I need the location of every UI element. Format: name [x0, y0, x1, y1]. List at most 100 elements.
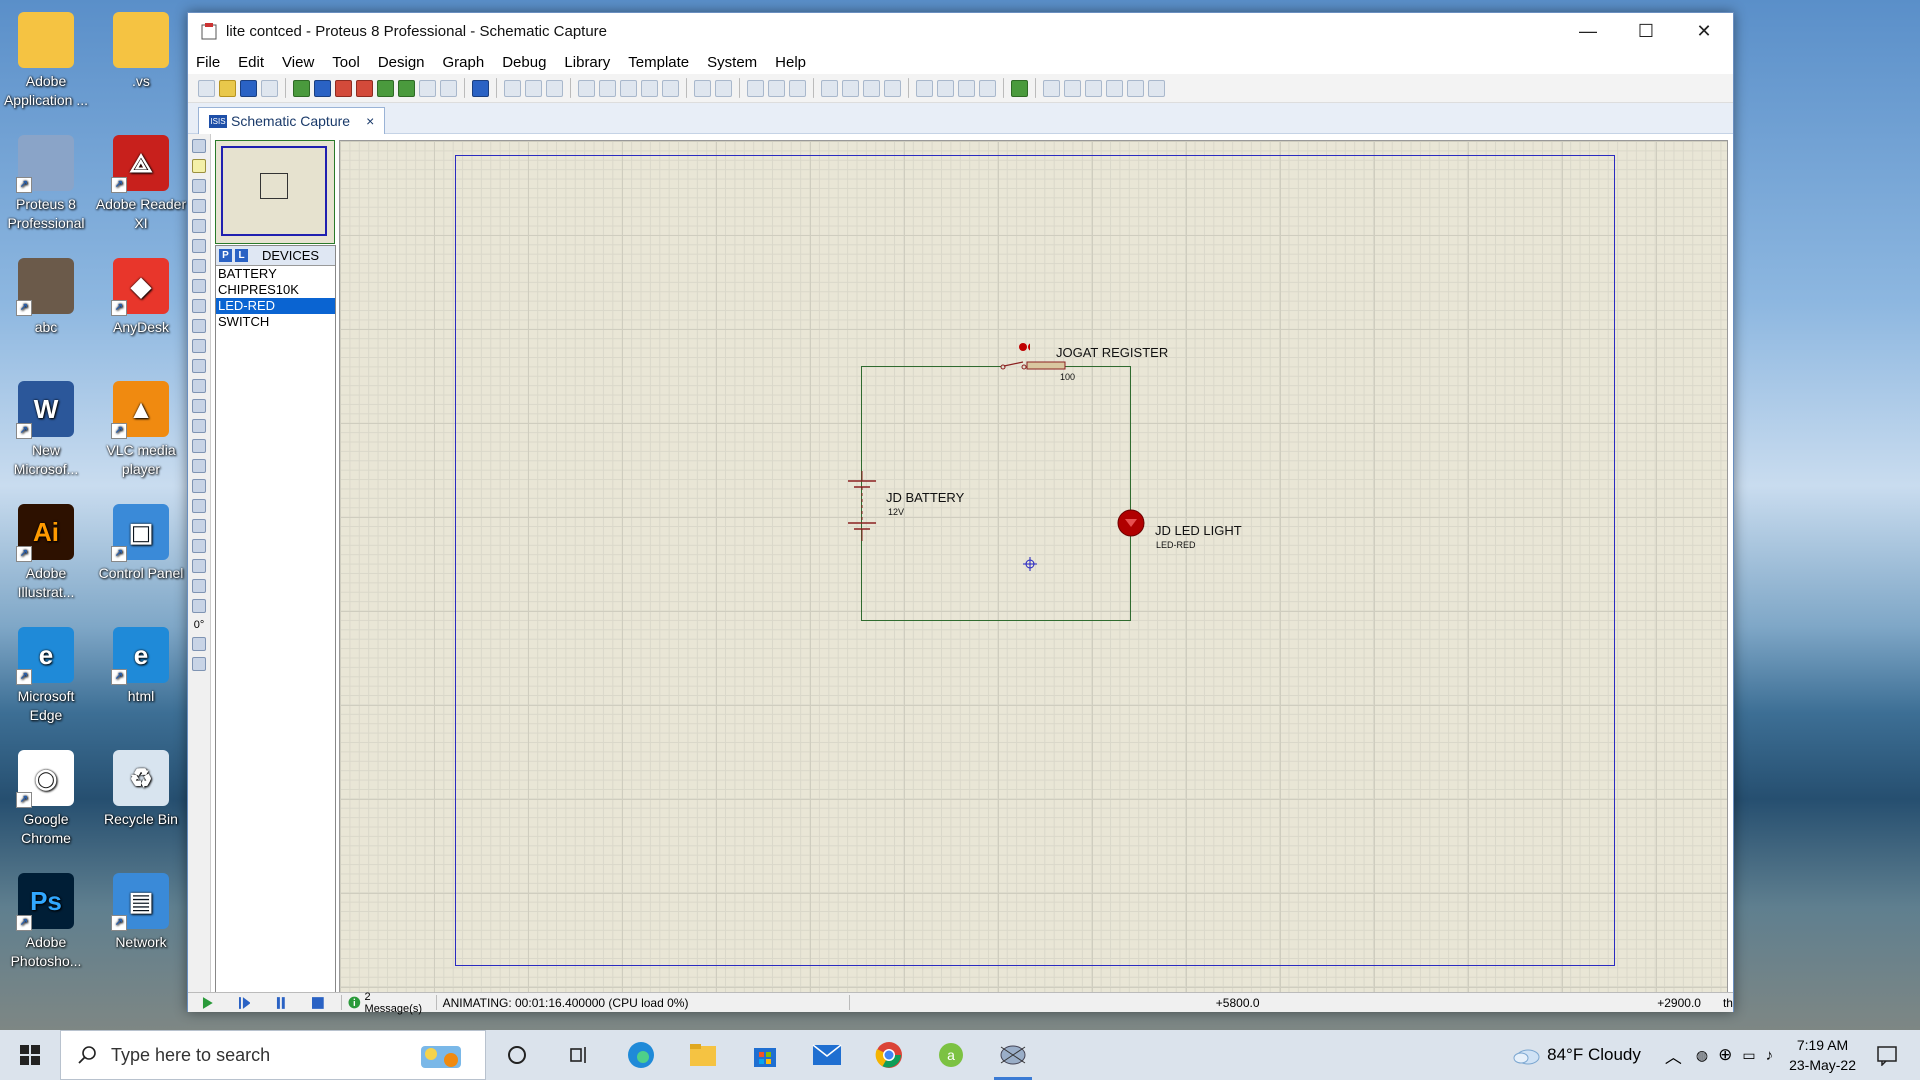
home-icon[interactable] [293, 79, 310, 97]
path-icon[interactable] [192, 499, 206, 513]
library-manager-button[interactable]: L [235, 249, 248, 262]
minimize-button[interactable]: — [1559, 13, 1617, 50]
title-bar[interactable]: lite contced - Proteus 8 Professional - … [188, 13, 1733, 50]
search-icon[interactable] [1043, 79, 1060, 97]
block-copy-icon[interactable] [821, 79, 838, 97]
desktop-icon-5[interactable]: ↗ abc [0, 258, 92, 337]
menu-help[interactable]: Help [773, 54, 808, 71]
menu-tool[interactable]: Tool [330, 54, 362, 71]
probe-icon[interactable] [192, 379, 206, 393]
wire-right[interactable] [1130, 366, 1131, 620]
symbol-icon[interactable] [192, 539, 206, 553]
block-move-icon[interactable] [842, 79, 859, 97]
desktop-icon-13[interactable]: ◉ ↗ Google Chrome [0, 750, 92, 848]
gerber-icon[interactable] [356, 79, 373, 97]
packaging-tool-icon[interactable] [958, 79, 975, 97]
taskbar-file-explorer-icon[interactable] [672, 1030, 734, 1080]
help-icon[interactable] [472, 79, 489, 97]
new-sheet-icon[interactable] [1085, 79, 1102, 97]
taskbar-edge-icon[interactable] [610, 1030, 672, 1080]
battery-icon[interactable]: ▭ [1742, 1047, 1755, 1064]
pause-icon[interactable] [275, 996, 287, 1009]
rotate-cw-icon[interactable] [192, 579, 206, 593]
undo-icon[interactable] [694, 79, 711, 97]
switch-symbol[interactable] [990, 341, 1030, 371]
refresh-icon[interactable] [504, 79, 521, 97]
instruments-icon[interactable] [192, 399, 206, 413]
overview-window[interactable] [215, 140, 335, 244]
menu-view[interactable]: View [280, 54, 316, 71]
resistor-label[interactable]: JOGAT REGISTER [1056, 345, 1168, 360]
grid-icon[interactable] [525, 79, 542, 97]
pan-icon[interactable] [578, 79, 595, 97]
taskbar-mail-icon[interactable] [796, 1030, 858, 1080]
selection-mode-icon[interactable] [192, 139, 206, 153]
box-icon[interactable] [192, 439, 206, 453]
import-icon[interactable] [261, 79, 278, 97]
desktop-icon-8[interactable]: ▲ ↗ VLC media player [95, 381, 187, 479]
wire-label-icon[interactable] [192, 199, 206, 213]
make-device-icon[interactable] [937, 79, 954, 97]
device-pins-icon[interactable] [192, 299, 206, 313]
desktop-icon-6[interactable]: ◆ ↗ AnyDesk [95, 258, 187, 337]
circle-icon[interactable] [192, 459, 206, 473]
device-item-chipres10k[interactable]: CHIPRES10K [216, 282, 335, 298]
menu-edit[interactable]: Edit [236, 54, 266, 71]
netlist-icon[interactable] [1127, 79, 1144, 97]
taskbar-green-app-icon[interactable]: a [920, 1030, 982, 1080]
generator-icon[interactable] [192, 359, 206, 373]
battery-value[interactable]: 12V [888, 507, 904, 517]
pick-devices-button[interactable]: P [219, 249, 232, 262]
mirror-y-icon[interactable] [192, 657, 206, 671]
component-mode-icon[interactable] [192, 159, 206, 173]
terminals-icon[interactable] [192, 279, 206, 293]
marker-icon[interactable] [192, 559, 206, 573]
arc-icon[interactable] [192, 479, 206, 493]
text-icon[interactable] [192, 519, 206, 533]
schematic-icon[interactable] [314, 79, 331, 97]
taskbar-search-box[interactable]: Type here to search [60, 1030, 486, 1080]
led-value[interactable]: LED-RED [1156, 540, 1196, 550]
close-button[interactable]: ✕ [1675, 13, 1733, 50]
pcb-icon[interactable] [335, 79, 352, 97]
desktop-icon-11[interactable]: e ↗ Microsoft Edge [0, 627, 92, 725]
desktop-icon-9[interactable]: Ai ↗ Adobe Illustrat... [0, 504, 92, 602]
messages-count[interactable]: 2 Message(s) [365, 991, 430, 1015]
network-globe-icon[interactable]: ⊕ [1718, 1045, 1732, 1065]
desktop-icon-2[interactable]: .vs [95, 12, 187, 91]
design-explorer-icon[interactable] [377, 79, 394, 97]
rotate-ccw-icon[interactable] [192, 599, 206, 613]
cortana-icon[interactable] [486, 1030, 548, 1080]
wire-bottom[interactable] [861, 620, 1131, 621]
menu-system[interactable]: System [705, 54, 759, 71]
rotation-angle[interactable]: 0° [192, 619, 206, 631]
desktop-icon-4[interactable]: ⟁ ↗ Adobe Reader XI [95, 135, 187, 233]
desktop-icon-15[interactable]: Ps ↗ Adobe Photosho... [0, 873, 92, 971]
junction-dot-icon[interactable] [192, 179, 206, 193]
desktop-icon-7[interactable]: W ↗ New Microsof... [0, 381, 92, 479]
remove-sheet-icon[interactable] [1106, 79, 1123, 97]
tab-schematic-capture[interactable]: ISIS Schematic Capture × [198, 107, 386, 134]
wire-autorouter-icon[interactable] [1011, 79, 1028, 97]
redo-icon[interactable] [715, 79, 732, 97]
battery-symbol[interactable] [840, 471, 884, 541]
graph-icon[interactable] [192, 319, 206, 333]
source-code-icon[interactable] [419, 79, 436, 97]
block-delete-icon[interactable] [884, 79, 901, 97]
zoom-area-icon[interactable] [662, 79, 679, 97]
desktop-icon-12[interactable]: e ↗ html [95, 627, 187, 706]
tray-overflow-chevron-icon[interactable]: ︿ [1665, 1043, 1682, 1068]
subcircuit-icon[interactable] [192, 259, 206, 273]
property-assignment-icon[interactable] [1064, 79, 1081, 97]
play-icon[interactable] [202, 996, 214, 1009]
resistor-value[interactable]: 100 [1060, 372, 1075, 382]
device-item-battery[interactable]: BATTERY [216, 266, 335, 282]
device-item-switch[interactable]: SWITCH [216, 314, 335, 330]
taskbar-chrome-icon[interactable] [858, 1030, 920, 1080]
start-button[interactable] [0, 1030, 60, 1080]
desktop-icon-14[interactable]: ♻ Recycle Bin [95, 750, 187, 829]
volume-icon[interactable]: ♪ [1766, 1047, 1774, 1064]
overview-viewport[interactable] [260, 173, 288, 199]
led-symbol[interactable] [1115, 507, 1147, 539]
taskbar-store-icon[interactable] [734, 1030, 796, 1080]
